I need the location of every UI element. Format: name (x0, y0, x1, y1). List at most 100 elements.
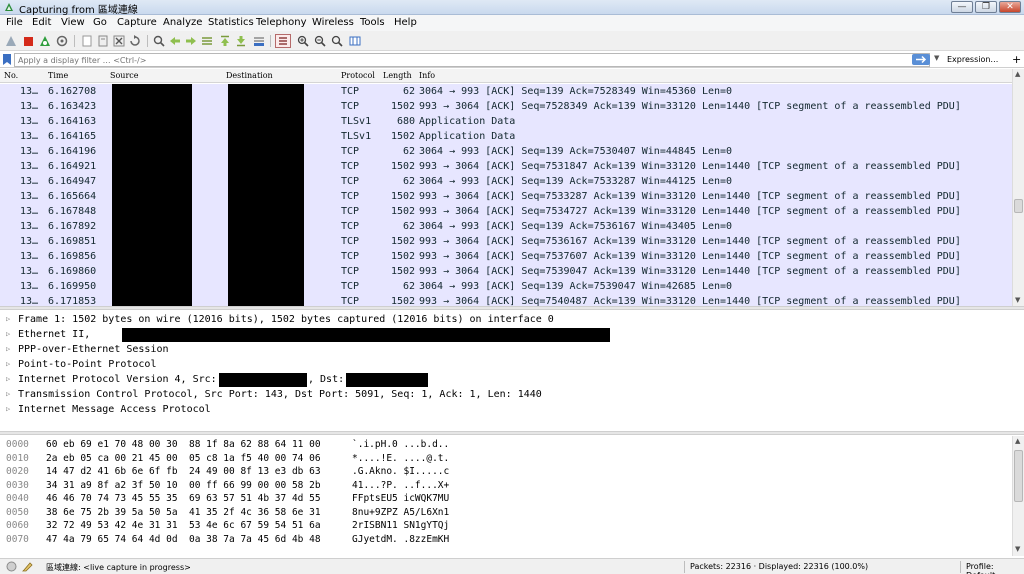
scroll-down-icon[interactable]: ▼ (1015, 545, 1020, 553)
packet-length: 62 (402, 146, 415, 157)
apply-filter-icon[interactable] (912, 54, 930, 65)
expand-arrow-icon[interactable]: ▷ (6, 357, 10, 372)
close-button[interactable]: ✕ (999, 1, 1021, 13)
expand-arrow-icon[interactable]: ▷ (6, 342, 10, 357)
menu-wireless[interactable]: Wireless (312, 17, 354, 28)
bytes-row[interactable]: 0010 2a eb 05 ca 00 21 45 00 05 c8 1a f5… (0, 452, 1012, 466)
zoom-in-icon[interactable] (296, 34, 310, 48)
shark-fin-start-icon[interactable] (4, 34, 18, 48)
packet-count-text: Packets: 22316 · Displayed: 22316 (100.0… (690, 562, 869, 571)
resize-columns-icon[interactable] (348, 34, 362, 48)
close-file-icon[interactable] (112, 34, 126, 48)
menu-help[interactable]: Help (394, 17, 417, 28)
packet-no: 13… (20, 251, 39, 262)
bytes-row[interactable]: 0050 38 6e 75 2b 39 5a 50 5a 41 35 2f 4c… (0, 506, 1012, 520)
go-back-icon[interactable] (168, 34, 182, 48)
scrollbar-thumb[interactable] (1014, 199, 1023, 213)
menu-statistics[interactable]: Statistics (208, 17, 254, 28)
column-time[interactable]: Time (48, 71, 68, 80)
detail-row-ppp[interactable]: ▷ Point-to-Point Protocol (0, 357, 1024, 372)
display-filter-input[interactable] (14, 53, 930, 67)
detail-row-tcp[interactable]: ▷ Transmission Control Protocol, Src Por… (0, 387, 1024, 402)
bytes-row[interactable]: 0070 47 4a 79 65 74 64 4d 0d 0a 38 7a 7a… (0, 533, 1012, 547)
bytes-offset: 0020 (6, 466, 29, 477)
bytes-row[interactable]: 0040 46 46 70 74 73 45 55 35 69 63 57 51… (0, 492, 1012, 506)
packet-time: 6.171853 (48, 296, 97, 306)
bytes-row[interactable]: 0000 60 eb 69 e1 70 48 00 30 88 1f 8a 62… (0, 438, 1012, 452)
bytes-row[interactable]: 0060 32 72 49 53 42 4e 31 31 53 4e 6c 67… (0, 519, 1012, 533)
menu-analyze[interactable]: Analyze (163, 17, 202, 28)
pane-splitter[interactable] (0, 431, 1024, 435)
filter-history-dropdown-icon[interactable]: ▼ (934, 54, 939, 62)
bytes-hex: 38 6e 75 2b 39 5a 50 5a 41 35 2f 4c 36 5… (46, 506, 321, 518)
column-length[interactable]: Length (383, 71, 412, 80)
expand-arrow-icon[interactable]: ▷ (6, 372, 10, 387)
packet-info: Application Data (419, 131, 516, 142)
go-to-packet-icon[interactable] (200, 34, 214, 48)
expand-arrow-icon[interactable]: ▷ (6, 327, 10, 342)
scroll-up-icon[interactable]: ▲ (1015, 70, 1020, 78)
minimize-button[interactable]: — (951, 1, 973, 13)
menu-view[interactable]: View (61, 17, 85, 28)
open-file-icon[interactable] (80, 34, 94, 48)
expand-arrow-icon[interactable]: ▷ (6, 402, 10, 417)
detail-row-pppoe[interactable]: ▷ PPP-over-Ethernet Session (0, 342, 1024, 357)
packet-no: 13… (20, 236, 39, 247)
pane-splitter[interactable] (0, 306, 1024, 310)
find-packet-icon[interactable] (152, 34, 166, 48)
go-forward-icon[interactable] (184, 34, 198, 48)
bytes-row[interactable]: 0020 14 47 d2 41 6b 6e 6f fb 24 49 00 8f… (0, 465, 1012, 479)
column-destination[interactable]: Destination (226, 71, 273, 80)
packet-protocol: TCP (341, 221, 360, 232)
scroll-up-icon[interactable]: ▲ (1015, 437, 1020, 445)
capture-comment-icon[interactable] (22, 561, 33, 574)
packet-list[interactable]: 13… 6.162708 TCP 62 3064 → 993 [ACK] Seq… (0, 84, 1012, 306)
column-source[interactable]: Source (110, 71, 139, 80)
bytes-ascii: 41...?P. ..f...X+ (352, 479, 450, 491)
bytes-ascii: *....!E. ....@.t. (352, 452, 450, 464)
bookmark-icon[interactable] (3, 54, 11, 68)
add-filter-button[interactable]: + (1012, 53, 1021, 66)
column-no[interactable]: No. (4, 71, 18, 80)
autoscroll-icon[interactable] (252, 34, 266, 48)
main-toolbar (0, 31, 1024, 51)
stop-capture-icon[interactable] (21, 34, 35, 48)
zoom-normal-icon[interactable] (330, 34, 344, 48)
maximize-button[interactable]: ❐ (975, 1, 997, 13)
packet-list-scrollbar[interactable]: ▲ ▼ (1012, 69, 1024, 306)
expand-arrow-icon[interactable]: ▷ (6, 312, 10, 327)
expand-arrow-icon[interactable]: ▷ (6, 387, 10, 402)
colorize-icon[interactable] (275, 34, 291, 48)
expression-button[interactable]: Expression… (947, 55, 998, 64)
bytes-pane-scrollbar[interactable]: ▲ ▼ (1012, 436, 1024, 556)
menu-file[interactable]: File (6, 17, 23, 28)
profile-text[interactable]: Profile: Default (966, 562, 1024, 574)
column-info[interactable]: Info (419, 71, 435, 80)
restart-capture-icon[interactable] (38, 34, 52, 48)
detail-row-ipv4[interactable]: ▷ Internet Protocol Version 4, Src: , Ds… (0, 372, 1024, 387)
scrollbar-thumb[interactable] (1014, 450, 1023, 502)
packet-protocol: TCP (341, 176, 360, 187)
menu-go[interactable]: Go (93, 17, 107, 28)
detail-row-ethernet[interactable]: ▷ Ethernet II, (0, 327, 1024, 342)
expert-info-icon[interactable] (6, 561, 17, 574)
column-protocol[interactable]: Protocol (341, 71, 375, 80)
packet-time: 6.164921 (48, 161, 97, 172)
save-file-icon[interactable] (96, 34, 110, 48)
packet-protocol: TCP (341, 86, 360, 97)
go-first-icon[interactable] (218, 34, 232, 48)
detail-row-imap[interactable]: ▷ Internet Message Access Protocol (0, 402, 1024, 417)
capture-status-text: 區域連線: <live capture in progress> (46, 563, 191, 572)
zoom-out-icon[interactable] (313, 34, 327, 48)
reload-icon[interactable] (128, 34, 142, 48)
menu-edit[interactable]: Edit (32, 17, 51, 28)
menu-capture[interactable]: Capture (117, 17, 157, 28)
packet-bytes-pane: 0000 60 eb 69 e1 70 48 00 30 88 1f 8a 62… (0, 436, 1012, 556)
go-last-icon[interactable] (234, 34, 248, 48)
bytes-row[interactable]: 0030 34 31 a9 8f a2 3f 50 10 00 ff 66 99… (0, 479, 1012, 493)
menu-telephony[interactable]: Telephony (256, 17, 307, 28)
capture-options-icon[interactable] (55, 34, 69, 48)
scroll-down-icon[interactable]: ▼ (1015, 296, 1020, 304)
menu-tools[interactable]: Tools (360, 17, 385, 28)
detail-row-frame[interactable]: ▷ Frame 1: 1502 bytes on wire (12016 bit… (0, 312, 1024, 327)
